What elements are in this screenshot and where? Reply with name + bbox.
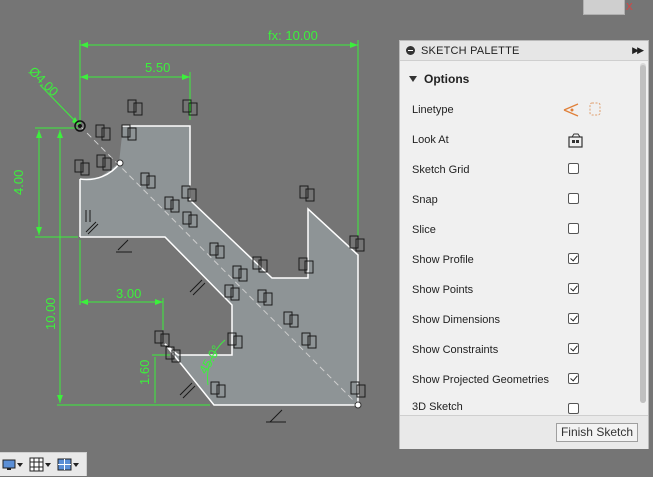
option-label: Show Constraints [412,344,499,356]
display-settings-button[interactable] [2,458,23,472]
option-sketch-grid[interactable]: Sketch Grid [412,159,632,181]
option-show-projected-geometries[interactable]: Show Projected Geometries [412,369,632,391]
option-look-at: Look At [412,129,632,151]
caret-down-icon [17,462,23,467]
dim-diameter[interactable]: Ø4.00 [26,64,62,100]
dim-height-total[interactable]: 10.00 [43,297,58,330]
grid-icon [29,457,44,472]
option-snap[interactable]: Snap [412,189,632,211]
show-profile-checkbox[interactable] [568,253,579,264]
option-label: Sketch Grid [412,164,470,176]
linetype-icon[interactable] [562,100,602,120]
option-label: Show Projected Geometries [412,374,549,386]
option-show-points[interactable]: Show Points [412,279,632,301]
snap-checkbox[interactable] [568,193,579,204]
option-label: Show Dimensions [412,314,501,326]
sketch-grid-checkbox[interactable] [568,163,579,174]
scrollbar-thumb[interactable] [640,65,646,403]
sketch-palette: SKETCH PALETTE ▶▶ Options Linetype Look … [399,40,649,449]
option-show-profile[interactable]: Show Profile [412,249,632,271]
option-label: Show Profile [412,254,474,266]
3d-sketch-checkbox[interactable] [568,403,579,414]
expand-icon[interactable]: ▶▶ [632,45,644,56]
viewports-icon [57,458,72,471]
palette-scrollbar[interactable] [640,63,646,403]
option-label: Look At [412,134,449,146]
show-points-checkbox[interactable] [568,283,579,294]
show-constraints-checkbox[interactable] [568,343,579,354]
option-label: 3D Sketch [412,401,463,413]
slice-checkbox[interactable] [568,223,579,234]
option-show-constraints[interactable]: Show Constraints [412,339,632,361]
options-section-header[interactable]: Options [400,67,648,91]
display-settings-bar [0,452,87,476]
option-slice[interactable]: Slice [412,219,632,241]
viewcube[interactable] [583,0,625,15]
option-label: Show Points [412,284,474,296]
option-linetype: Linetype [412,99,632,121]
option-3d-sketch[interactable]: 3D Sketch [412,399,632,415]
look-at-icon[interactable] [567,132,585,150]
grid-settings-button[interactable] [29,457,51,472]
x-axis-label: X [626,2,633,13]
options-label: Options [424,72,470,86]
option-show-dimensions[interactable]: Show Dimensions [412,309,632,331]
dim-inner-width[interactable]: 5.50 [145,60,170,75]
viewports-button[interactable] [57,457,79,472]
chevron-down-icon [409,76,417,82]
dim-height-left[interactable]: 4.00 [11,170,26,195]
option-label: Snap [412,194,438,206]
dim-offset-bottom[interactable]: 3.00 [116,286,141,301]
finish-sketch-button[interactable]: Finish Sketch [555,423,638,442]
monitor-icon [2,459,16,470]
collapse-icon[interactable] [406,46,415,55]
caret-down-icon [45,462,51,467]
caret-down-icon [73,462,79,467]
option-label: Slice [412,224,436,236]
dim-small-height[interactable]: 1.60 [137,360,152,385]
dim-total-width[interactable]: fx: 10.00 [268,28,318,43]
palette-title: SKETCH PALETTE [421,44,520,57]
show-dimensions-checkbox[interactable] [568,313,579,324]
palette-footer: Finish Sketch [400,415,648,449]
show-projected-geometries-checkbox[interactable] [568,373,579,384]
palette-header[interactable]: SKETCH PALETTE ▶▶ [400,41,648,61]
